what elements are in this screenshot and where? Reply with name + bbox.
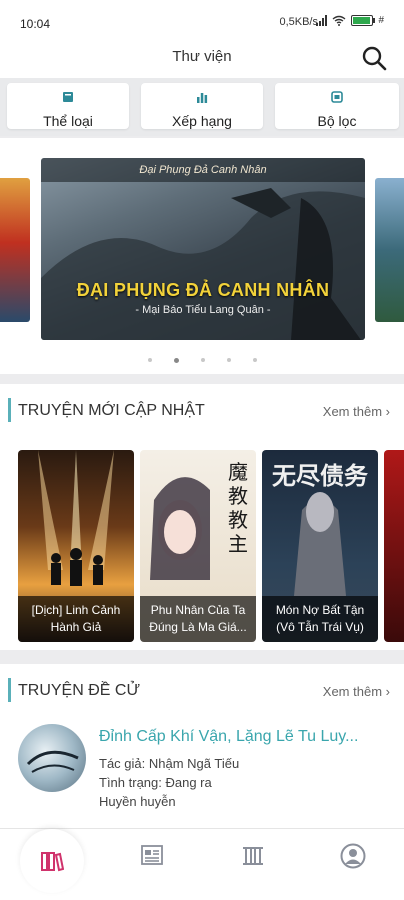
book-title-line: [Dịch] Linh Cảnh — [31, 603, 121, 617]
bar-chart-icon — [197, 93, 208, 103]
search-icon[interactable] — [360, 44, 388, 72]
carousel-dot[interactable] — [200, 358, 205, 362]
banner-image[interactable]: Đại Phụng Đả Canh Nhân ĐẠI PHỤNG ĐẢ CANH… — [41, 158, 365, 340]
book-title-line: (Vô Tẫn Trái Vụ) — [276, 620, 364, 634]
section-accent-bar — [8, 398, 11, 422]
banner-next-image[interactable] — [375, 178, 404, 322]
tile-label: Thể loại — [43, 113, 93, 129]
nav-library[interactable] — [20, 829, 84, 893]
book-cover[interactable]: 魔教教主 Phu Nhân Của Ta Đúng Là Ma Giá... — [140, 450, 256, 642]
book-thumbnail[interactable] — [18, 724, 86, 792]
carousel-dot[interactable] — [173, 358, 179, 363]
tile-label: Bộ lọc — [317, 113, 357, 129]
wifi-icon — [332, 15, 346, 26]
tile-ranking[interactable]: Xếp hạng — [141, 83, 263, 129]
status-icons: # — [316, 15, 384, 26]
nav-account[interactable] — [340, 843, 368, 871]
book-title-line: Đúng Là Ma Giá... — [149, 620, 247, 634]
cover-art — [38, 450, 114, 586]
battery-icon — [351, 15, 376, 26]
banner-subtitle: Đại Phụng Đả Canh Nhân — [139, 164, 267, 176]
book-title-line: Món Nợ Bất Tận — [275, 603, 365, 617]
book-title-line: Hành Giả — [50, 620, 102, 634]
book-list: [Dịch] Linh Cảnh Hành Giả 魔教教主 Phu Nhân C… — [18, 450, 404, 642]
tile-filter[interactable]: Bộ lọc — [275, 83, 399, 129]
nav-news[interactable] — [140, 843, 168, 871]
book-status: Tình trạng: Đang ra — [99, 775, 212, 790]
news-icon — [141, 845, 163, 865]
page-title: Thư viện — [172, 48, 232, 65]
carousel-dot[interactable] — [252, 358, 257, 362]
book-cover[interactable]: [Dịch] Linh Cảnh Hành Giả — [18, 450, 134, 642]
banner-title: ĐẠI PHỤNG ĐẢ CANH NHÂN — [76, 280, 330, 300]
ranking-icon — [243, 847, 263, 865]
carousel-dot[interactable] — [147, 358, 152, 362]
nav-ranking[interactable] — [241, 843, 269, 871]
chevron-right-icon: › — [385, 684, 390, 699]
book-cover[interactable]: 无尽债务 Món Nợ Bất Tận (Vô Tẫn Trái Vụ) — [262, 450, 378, 642]
book-icon — [63, 92, 73, 102]
book-title-line: Phu Nhân Của Ta — [150, 603, 246, 617]
cover-art — [294, 492, 346, 596]
section-title: TRUYỆN ĐỀ CỬ — [18, 682, 141, 699]
signal-icon — [316, 15, 328, 26]
banner-prev-image[interactable] — [0, 178, 30, 322]
chevron-right-icon: › — [385, 404, 390, 419]
status-time: 10:04 — [20, 17, 51, 31]
book-caption: Phu Nhân Của Ta Đúng Là Ma Giá... — [140, 596, 256, 642]
see-more-link[interactable]: Xem thêm › — [323, 684, 390, 699]
section-new-updates: TRUYỆN MỚI CẬP NHẬT Xem thêm › [Dịch] Li… — [0, 384, 404, 650]
section-header: TRUYỆN ĐỀ CỬ Xem thêm › — [0, 664, 404, 714]
app-header: Thư viện — [0, 38, 404, 78]
carousel-dot[interactable] — [226, 358, 231, 362]
banner-author: - Mại Báo Tiểu Lang Quân - — [135, 304, 271, 316]
bottom-nav — [0, 828, 404, 900]
see-more-label: Xem thêm — [322, 404, 383, 419]
see-more-label: Xem thêm — [322, 684, 383, 699]
thumbnail-art — [26, 750, 79, 773]
book-genre: Huyền huyễn — [99, 794, 176, 809]
tile-label: Xếp hạng — [172, 113, 232, 129]
book-title[interactable]: Đỉnh Cấp Khí Vận, Lặng Lẽ Tu Luy... — [99, 728, 358, 746]
carousel-dots — [0, 358, 404, 363]
book-caption: Món Nợ Bất Tận (Vô Tẫn Trái Vụ) — [262, 596, 378, 642]
filter-icon — [331, 91, 343, 103]
category-tiles: Thể loại Xếp hạng Bộ lọc — [0, 78, 404, 136]
section-header: TRUYỆN MỚI CẬP NHẬT Xem thêm › — [0, 384, 404, 434]
see-more-link[interactable]: Xem thêm › — [323, 404, 390, 419]
banner-carousel[interactable]: Đại Phụng Đả Canh Nhân ĐẠI PHỤNG ĐẢ CANH… — [0, 138, 404, 374]
cover-chinese-title: 魔教教主 — [228, 460, 248, 556]
section-title: TRUYỆN MỚI CẬP NHẬT — [18, 402, 205, 419]
section-recommended: TRUYỆN ĐỀ CỬ Xem thêm › Đỉnh Cấp Khí Vận… — [0, 664, 404, 828]
library-icon — [41, 852, 64, 872]
network-speed: 0,5KB/s — [279, 16, 318, 28]
section-accent-bar — [8, 678, 11, 702]
book-author: Tác giả: Nhậm Ngã Tiếu — [99, 756, 240, 771]
tile-genre[interactable]: Thể loại — [7, 83, 129, 129]
recommended-item[interactable]: Đỉnh Cấp Khí Vận, Lặng Lẽ Tu Luy... Tác … — [18, 724, 404, 810]
account-icon — [340, 843, 366, 869]
book-cover-partial[interactable] — [384, 450, 404, 642]
book-caption: [Dịch] Linh Cảnh Hành Giả — [18, 596, 134, 642]
hash-icon: # — [378, 15, 384, 26]
